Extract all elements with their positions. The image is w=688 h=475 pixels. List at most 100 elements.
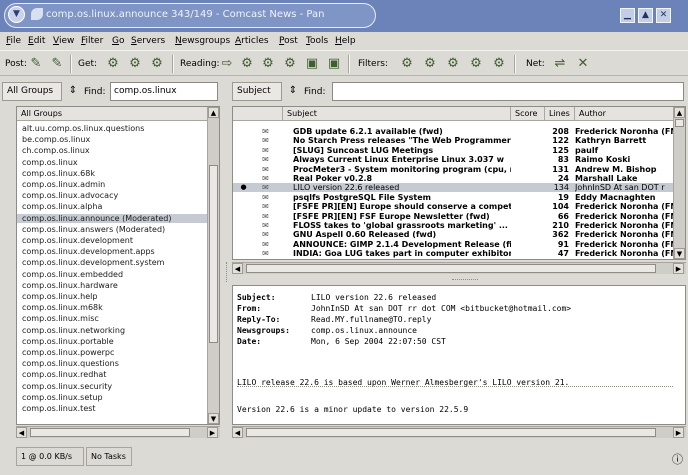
group-list-item[interactable]: be.comp.os.linux xyxy=(22,135,90,144)
hscroll-thumb[interactable] xyxy=(246,264,656,273)
header-row[interactable]: ✉ GNU Aspell 0.60 Released (fwd) 362 Freder… xyxy=(233,230,681,239)
group-list-item[interactable]: comp.os.linux.security xyxy=(22,382,112,391)
header-column-score[interactable]: Score xyxy=(511,107,545,121)
group-find-input[interactable]: comp.os.linux xyxy=(110,82,218,101)
group-list-item[interactable]: comp.os.linux.development xyxy=(22,236,133,245)
filter-mine-icon[interactable]: ⚙ xyxy=(490,55,508,73)
menu-servers[interactable]: Servers xyxy=(131,36,165,46)
group-list-item[interactable]: comp.os.linux.development.system xyxy=(22,258,164,267)
cancel-tasks-icon[interactable]: ✕ xyxy=(574,55,592,73)
horizontal-splitter[interactable] xyxy=(452,279,478,281)
task-status[interactable]: No Tasks xyxy=(86,447,132,466)
filter-complete-icon[interactable]: ⚙ xyxy=(467,55,485,73)
group-list-item[interactable]: comp.os.linux.misc xyxy=(22,314,99,323)
menu-edit[interactable]: Edit xyxy=(28,36,45,46)
group-list-item[interactable]: comp.os.linux xyxy=(22,158,78,167)
group-list-item[interactable]: comp.os.linux.hardware xyxy=(22,281,118,290)
group-list-item[interactable]: comp.os.linux.portable xyxy=(22,337,114,346)
header-row[interactable]: ✉ Always Current Linux Enterprise Linux 3… xyxy=(233,155,681,164)
group-column-header[interactable]: All Groups xyxy=(17,107,208,121)
header-column-subject[interactable]: Subject xyxy=(283,107,511,121)
group-list-item[interactable]: alt.uu.comp.os.linux.questions xyxy=(22,124,144,133)
group-list-item[interactable]: comp.os.linux.networking xyxy=(22,326,125,335)
menu-filter[interactable]: Filter xyxy=(81,36,103,46)
header-list-hscrollbar[interactable]: ◀ ▶ xyxy=(232,262,686,274)
group-list-item[interactable]: comp.os.linux.announce (Moderated) xyxy=(17,213,219,223)
hscroll-thumb[interactable] xyxy=(246,428,656,437)
header-row[interactable]: ✉ FLOSS takes to 'global grassroots marke… xyxy=(233,221,681,230)
scroll-right-icon[interactable]: ▶ xyxy=(673,427,684,438)
group-list-hscrollbar[interactable]: ◀ ▶ xyxy=(16,426,220,438)
scroll-thumb[interactable] xyxy=(675,119,684,127)
filter-watched-icon[interactable]: ⚙ xyxy=(421,55,439,73)
group-list-item[interactable]: comp.os.linux.test xyxy=(22,404,96,413)
group-list-item[interactable]: comp.os.linux.questions xyxy=(22,359,119,368)
scroll-left-icon[interactable]: ◀ xyxy=(232,427,243,438)
post-reply-icon[interactable]: ✎ xyxy=(48,55,66,73)
group-list-item[interactable]: comp.os.linux.advocacy xyxy=(22,191,118,200)
post-article-icon[interactable]: ✎ xyxy=(27,55,45,73)
subject-find-input[interactable] xyxy=(332,82,684,101)
article-hscrollbar[interactable]: ◀ ▶ xyxy=(232,426,686,438)
group-list-item[interactable]: comp.os.linux.alpha xyxy=(22,202,102,211)
menu-articles[interactable]: Articles xyxy=(235,36,269,46)
maximize-button[interactable]: ▲ xyxy=(638,8,653,23)
group-list-item[interactable]: comp.os.linux.admin xyxy=(22,180,105,189)
hscroll-thumb[interactable] xyxy=(30,428,190,437)
menu-help[interactable]: Help xyxy=(335,36,356,46)
subject-filter-combo[interactable]: Subject xyxy=(232,82,282,101)
group-list-item[interactable]: comp.os.linux.development.apps xyxy=(22,247,155,256)
info-icon[interactable]: ⓘ xyxy=(672,451,683,467)
save-article-icon[interactable]: ▣ xyxy=(303,55,321,73)
header-row[interactable]: ✉ Real Poker v0.2.8 24 Marshall Lake xyxy=(233,174,681,183)
menu-view[interactable]: View xyxy=(53,36,74,46)
scroll-right-icon[interactable]: ▶ xyxy=(207,427,218,438)
header-row[interactable]: ✉ INDIA: Goa LUG takes part in computer e… xyxy=(233,249,681,258)
header-row[interactable]: ✉ [FSFE PR][EN] FSF Europe Newsletter (fw… xyxy=(233,212,681,221)
scroll-down-icon[interactable]: ▼ xyxy=(674,248,685,259)
header-row[interactable]: ✉ GDB update 6.2.1 available (fwd) 208 Fred… xyxy=(233,127,681,136)
group-list-item[interactable]: comp.os.linux.redhat xyxy=(22,370,106,379)
scroll-right-icon[interactable]: ▶ xyxy=(673,263,684,274)
scroll-up-icon[interactable]: ▲ xyxy=(208,107,219,118)
filter-unread-icon[interactable]: ⚙ xyxy=(398,55,416,73)
header-row[interactable]: ✉ [FSFE PR][EN] Europe should conserve a … xyxy=(233,202,681,211)
scroll-thumb[interactable] xyxy=(209,165,218,343)
combo-arrows-icon[interactable]: ⇕ xyxy=(64,82,82,100)
get-all-headers-icon[interactable]: ⚙ xyxy=(126,55,144,73)
menu-tools[interactable]: Tools xyxy=(306,36,328,46)
next-thread-icon[interactable]: ⚙ xyxy=(238,55,256,73)
combo-arrows-icon[interactable]: ⇕ xyxy=(284,82,302,100)
close-button[interactable]: ✕ xyxy=(656,8,671,23)
group-list-item[interactable]: comp.os.linux.powerpc xyxy=(22,348,114,357)
scroll-down-icon[interactable]: ▼ xyxy=(208,413,219,424)
header-row[interactable]: ✉ ProcMeter3 - System monitoring program … xyxy=(233,165,681,174)
filter-cached-icon[interactable]: ⚙ xyxy=(444,55,462,73)
header-row[interactable]: ✉ No Starch Press releases "The Web Progr… xyxy=(233,136,681,145)
group-list-item[interactable]: comp.os.linux.setup xyxy=(22,393,103,402)
header-column-author[interactable]: Author xyxy=(575,107,675,121)
group-list-scrollbar[interactable]: ▲ ▼ xyxy=(207,107,219,424)
scroll-left-icon[interactable]: ◀ xyxy=(16,427,27,438)
online-icon[interactable]: ⇌ xyxy=(551,55,569,73)
group-list-item[interactable]: ch.comp.os.linux xyxy=(22,146,90,155)
header-list-scrollbar[interactable]: ▲ ▼ xyxy=(673,107,685,259)
minimize-button[interactable]: ▁ xyxy=(620,8,635,23)
group-list-item[interactable]: comp.os.linux.answers (Moderated) xyxy=(22,225,165,234)
next-unread-icon[interactable]: ⇨ xyxy=(218,55,236,73)
group-list-item[interactable]: comp.os.linux.m68k xyxy=(22,303,103,312)
edit-article-icon[interactable]: ▣ xyxy=(325,55,343,73)
header-row[interactable]: ✉ psqlfs PostgreSQL File System 19 Eddy Mac… xyxy=(233,193,681,202)
read-more-icon[interactable]: ⚙ xyxy=(259,55,277,73)
header-row[interactable]: ● ✉ LILO version 22.6 released 134 JohnInSD … xyxy=(233,183,681,193)
get-articles-icon[interactable]: ⚙ xyxy=(148,55,166,73)
header-column-status[interactable] xyxy=(233,107,283,121)
header-column-lines[interactable]: Lines xyxy=(545,107,575,121)
window-menu-button[interactable]: ▼ xyxy=(8,6,25,23)
group-list-item[interactable]: comp.os.linux.help xyxy=(22,292,97,301)
menu-post[interactable]: Post xyxy=(279,36,298,46)
get-new-headers-icon[interactable]: ⚙ xyxy=(104,55,122,73)
group-list-item[interactable]: comp.os.linux.68k xyxy=(22,169,95,178)
vertical-splitter[interactable] xyxy=(226,262,228,282)
mark-read-icon[interactable]: ⚙ xyxy=(281,55,299,73)
